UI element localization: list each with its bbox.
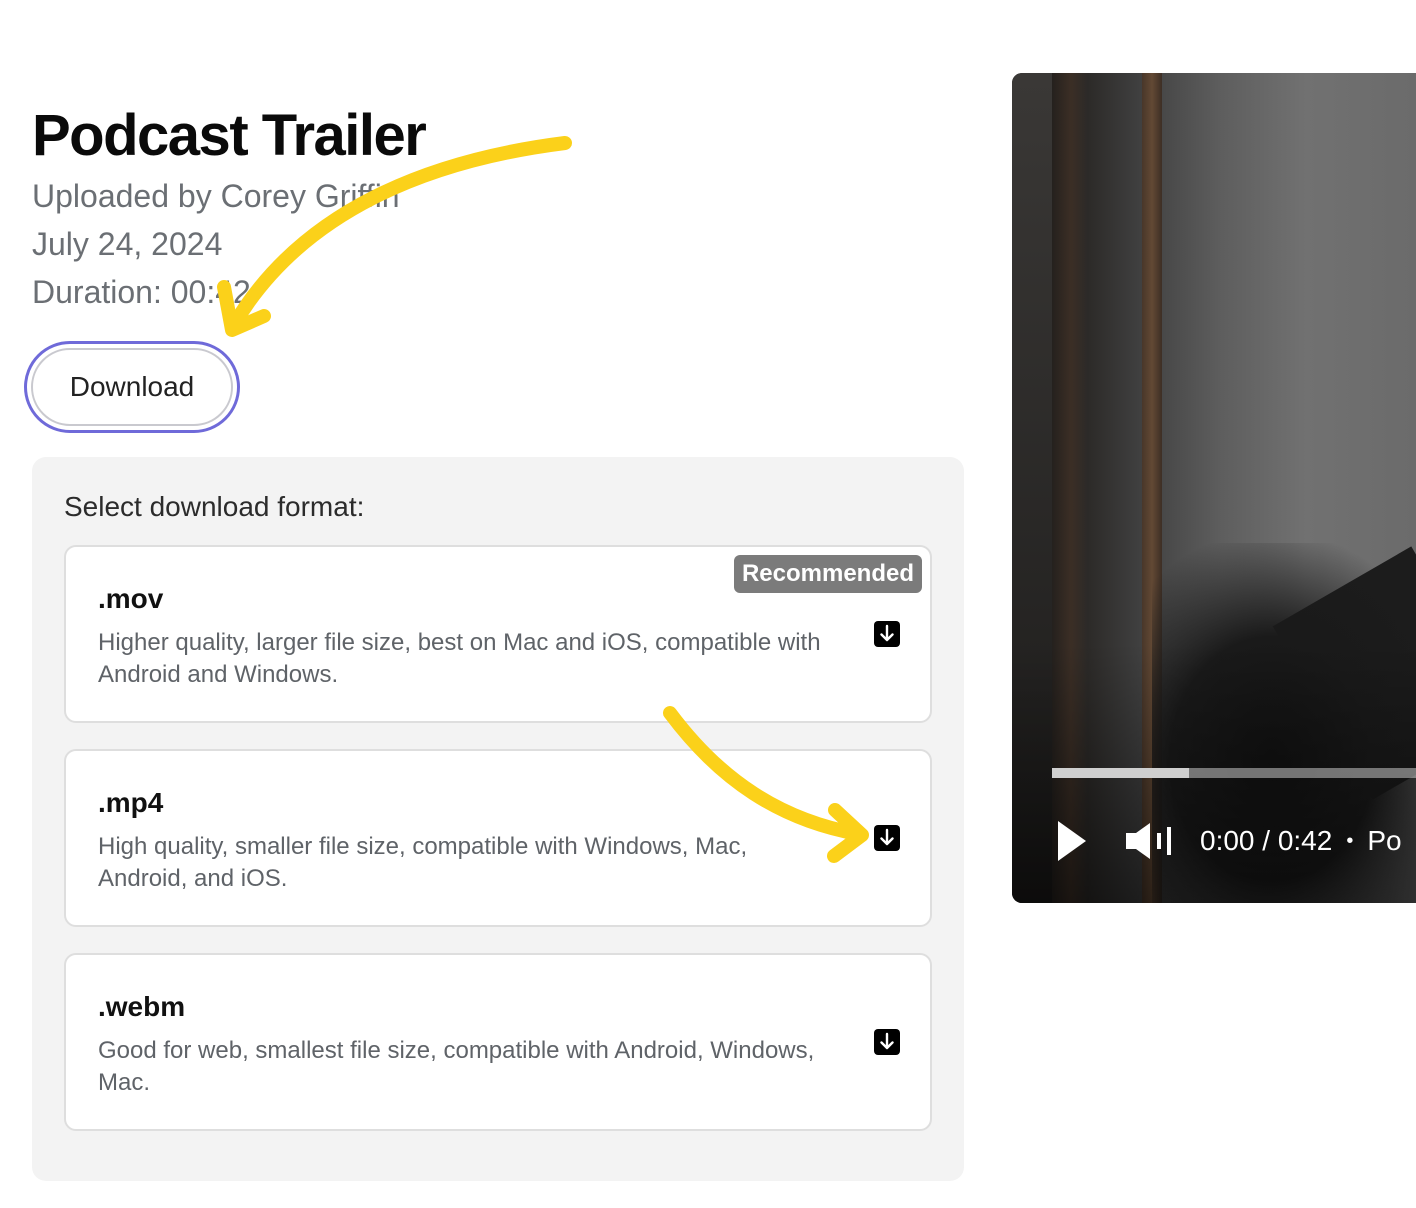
download-arrow-icon[interactable]	[874, 1029, 900, 1055]
format-description: Good for web, smallest file size, compat…	[98, 1037, 815, 1096]
video-progress-bar[interactable]	[1052, 768, 1416, 778]
format-option-mp4[interactable]: .mp4 High quality, smaller file size, co…	[64, 749, 932, 927]
video-time: 0:00 / 0:42	[1200, 825, 1333, 856]
video-player[interactable]: 0:00 / 0:42 • Po	[1012, 73, 1416, 903]
format-name: .mp4	[98, 787, 164, 818]
format-description: Higher quality, larger file size, best o…	[98, 629, 821, 688]
format-description: High quality, smaller file size, compati…	[98, 833, 748, 892]
video-title-truncated: Po	[1367, 825, 1402, 856]
uploader-text: Uploaded by Corey Griffin	[32, 178, 400, 214]
format-panel-heading: Select download format:	[64, 491, 365, 522]
download-button[interactable]: Download	[24, 341, 240, 433]
separator-dot: •	[1346, 829, 1354, 852]
duration-text: Duration: 00:42	[32, 274, 251, 310]
play-icon	[1058, 821, 1086, 861]
page-title: Podcast Trailer	[32, 103, 427, 168]
video-controls: 0:00 / 0:42 • Po	[1052, 813, 1402, 869]
download-format-panel: Select download format: Recommended .mov…	[32, 457, 964, 1181]
volume-icon	[1126, 823, 1171, 859]
page: Podcast Trailer Uploaded by Corey Griffi…	[0, 0, 1416, 1208]
upload-date: July 24, 2024	[32, 226, 223, 262]
format-option-mov[interactable]: Recommended .mov Higher quality, larger …	[64, 545, 932, 723]
download-arrow-icon[interactable]	[874, 621, 900, 647]
volume-button[interactable]	[1124, 817, 1174, 865]
recommended-badge: Recommended	[733, 555, 922, 593]
format-name: .mov	[98, 583, 164, 614]
download-arrow-icon[interactable]	[874, 825, 900, 851]
format-option-webm[interactable]: .webm Good for web, smallest file size, …	[64, 953, 932, 1131]
play-button[interactable]	[1052, 817, 1092, 865]
format-name: .webm	[98, 991, 186, 1022]
download-button-label: Download	[31, 348, 233, 426]
video-progress-buffered	[1052, 768, 1189, 778]
